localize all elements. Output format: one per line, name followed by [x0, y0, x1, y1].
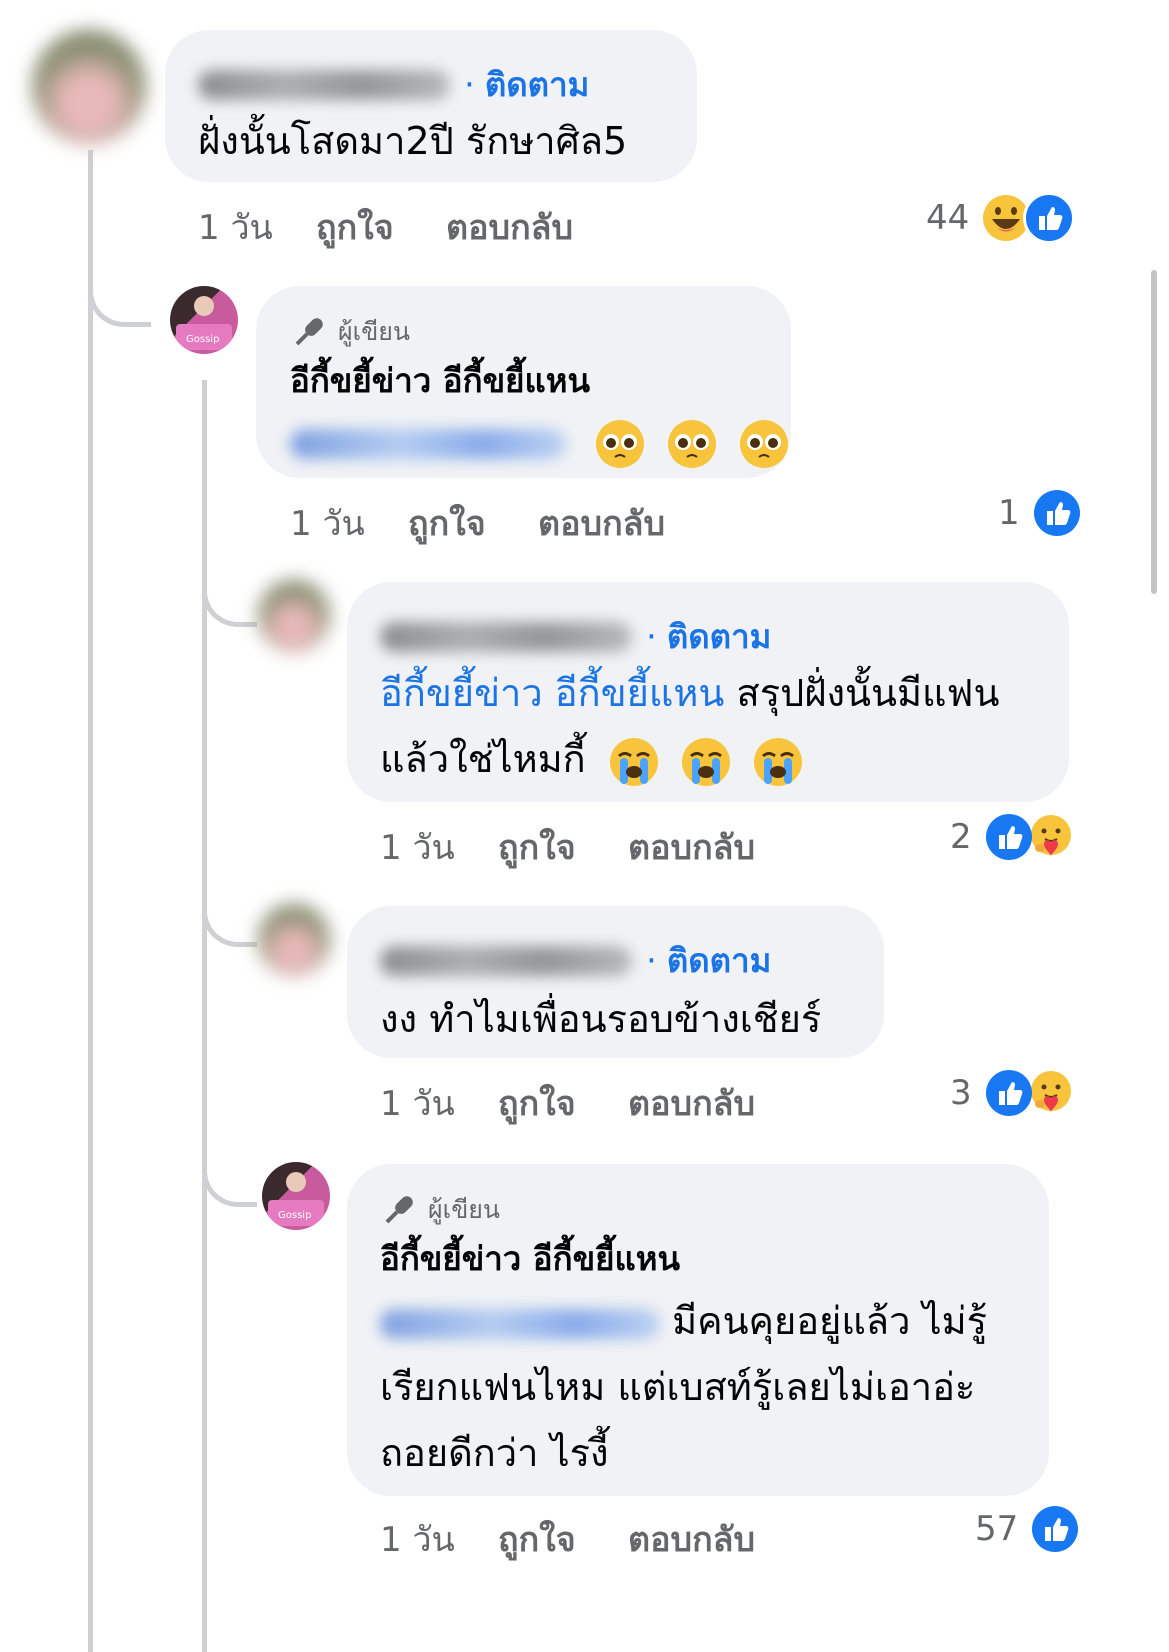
like-button[interactable]: ถูกใจ	[498, 1512, 628, 1566]
reaction-count: 3	[950, 1073, 972, 1113]
like-button[interactable]: ถูกใจ	[498, 1076, 628, 1130]
like-reaction-icon	[1023, 192, 1076, 244]
comment-actions: 1 วัน ถูกใจ ตอบกลับ	[198, 200, 573, 254]
like-button[interactable]: ถูกใจ	[498, 820, 628, 874]
comment-text: มีคนคุยอยู่แล้ว ไม่รู้	[380, 1288, 987, 1354]
like-reaction-icon	[985, 1070, 1032, 1116]
pleading-face-emoji	[666, 418, 718, 470]
svg-text:Gossip: Gossip	[186, 334, 219, 345]
separator-dot: ·	[464, 64, 475, 105]
commenter-name[interactable]: อีกี้ขยี้ข่าว อีกี้ขยี้แหน	[290, 348, 590, 414]
comment-text-line: มีคนคุยอยู่แล้ว ไม่รู้	[672, 1299, 988, 1343]
like-button[interactable]: ถูกใจ	[316, 200, 446, 254]
follow-button[interactable]: ติดตาม	[667, 610, 772, 663]
reaction-count: 1	[998, 493, 1020, 533]
follow-button[interactable]: ติดตาม	[667, 934, 772, 987]
comment-actions: 1 วัน ถูกใจ ตอบกลับ	[380, 1512, 755, 1566]
separator-dot: ·	[646, 940, 657, 981]
author-badge: ผู้เขียน	[380, 1190, 500, 1230]
reply-button[interactable]: ตอบกลับ	[446, 200, 573, 254]
comment-time[interactable]: 1 วัน	[198, 200, 316, 254]
author-avatar[interactable]: Gossip	[262, 1162, 330, 1230]
comment-time[interactable]: 1 วัน	[290, 496, 408, 550]
mention-link[interactable]: อีกี้ขยี้ข่าว อีกี้ขยี้แหน	[380, 671, 724, 715]
crying-face-emoji	[608, 736, 660, 788]
reaction-count: 57	[975, 1509, 1019, 1549]
author-avatar[interactable]: Gossip	[170, 286, 238, 354]
blurred-name	[380, 945, 632, 976]
comment-text: ถอยดีกว่า ไรงี้	[380, 1431, 609, 1475]
reaction-summary[interactable]: 1	[998, 490, 1080, 536]
thread-line-main	[88, 150, 93, 1652]
comment-text: งง ทำไมเพื่อนรอบข้างเชียร์	[380, 997, 822, 1041]
avatar[interactable]	[258, 580, 330, 652]
pleading-face-emoji	[594, 418, 646, 470]
avatar[interactable]	[32, 30, 146, 144]
care-reaction-icon	[1028, 814, 1074, 860]
like-reaction-icon	[1032, 1506, 1079, 1552]
pleading-face-emoji	[738, 418, 790, 470]
comment-actions: 1 วัน ถูกใจ ตอบกลับ	[380, 1076, 755, 1130]
author-badge-label: ผู้เขียน	[338, 317, 411, 346]
comment-text: เรียกแฟนไหม แต่เบสท์รู้เลยไม่เอาอ่ะ	[380, 1365, 976, 1409]
commenter-name[interactable]: อีกี้ขยี้ข่าว อีกี้ขยี้แหน	[380, 1226, 680, 1292]
comment-text: ฝั่งนั้นโสดมา2ปี รักษาศิล5	[198, 119, 628, 163]
reply-button[interactable]: ตอบกลับ	[628, 820, 755, 874]
reaction-summary[interactable]: 3	[950, 1070, 1074, 1116]
comment-actions: 1 วัน ถูกใจ ตอบกลับ	[380, 820, 755, 874]
comment-time[interactable]: 1 วัน	[380, 1076, 498, 1130]
author-badge-label: ผู้เขียน	[428, 1195, 501, 1224]
commenter-name[interactable]: · ติดตาม	[380, 934, 771, 987]
comment-text-line: สรุปฝั่งนั้นมีแฟน	[736, 671, 1000, 715]
blurred-mention[interactable]	[290, 428, 566, 459]
comment-text	[290, 408, 790, 474]
like-reaction-icon	[1033, 490, 1080, 536]
comment-text: อีกี้ขยี้ข่าว อีกี้ขยี้แหน สรุปฝั่งนั้นม…	[380, 660, 999, 726]
like-button[interactable]: ถูกใจ	[408, 496, 538, 550]
like-reaction-icon	[985, 814, 1032, 860]
comment-time[interactable]: 1 วัน	[380, 1512, 498, 1566]
comment-time[interactable]: 1 วัน	[380, 820, 498, 874]
blurred-mention[interactable]	[380, 1308, 660, 1339]
reply-button[interactable]: ตอบกลับ	[628, 1076, 755, 1130]
comment-text-line: แล้วใช่ไหมกี้	[380, 737, 586, 781]
commenter-name[interactable]: · ติดตาม	[380, 610, 771, 663]
avatar[interactable]	[258, 904, 330, 976]
microphone-icon	[295, 318, 323, 346]
author-badge: ผู้เขียน	[290, 312, 410, 352]
thread-connector	[202, 560, 257, 627]
reaction-count: 44	[926, 198, 970, 238]
crying-face-emoji	[752, 736, 804, 788]
comment-actions: 1 วัน ถูกใจ ตอบกลับ	[290, 496, 665, 550]
thread-connector	[202, 1140, 257, 1207]
reaction-count: 2	[950, 817, 972, 857]
crying-face-emoji	[680, 736, 732, 788]
reply-button[interactable]: ตอบกลับ	[628, 1512, 755, 1566]
follow-button[interactable]: ติดตาม	[485, 58, 590, 111]
reaction-summary[interactable]: 2	[950, 814, 1074, 860]
svg-text:Gossip: Gossip	[278, 1210, 311, 1221]
commenter-name[interactable]: · ติดตาม	[198, 58, 589, 111]
reply-button[interactable]: ตอบกลับ	[538, 496, 665, 550]
microphone-icon	[385, 1196, 413, 1224]
blurred-name	[380, 621, 632, 652]
reaction-summary[interactable]: 44	[926, 192, 1076, 244]
separator-dot: ·	[646, 616, 657, 657]
scrollbar[interactable]	[1151, 270, 1157, 594]
care-reaction-icon	[1028, 1070, 1074, 1116]
thread-connector	[88, 260, 151, 327]
thread-connector	[202, 880, 257, 947]
blurred-name	[198, 69, 450, 100]
comment-text: แล้วใช่ไหมกี้	[380, 726, 804, 792]
reaction-summary[interactable]: 57	[975, 1506, 1079, 1552]
